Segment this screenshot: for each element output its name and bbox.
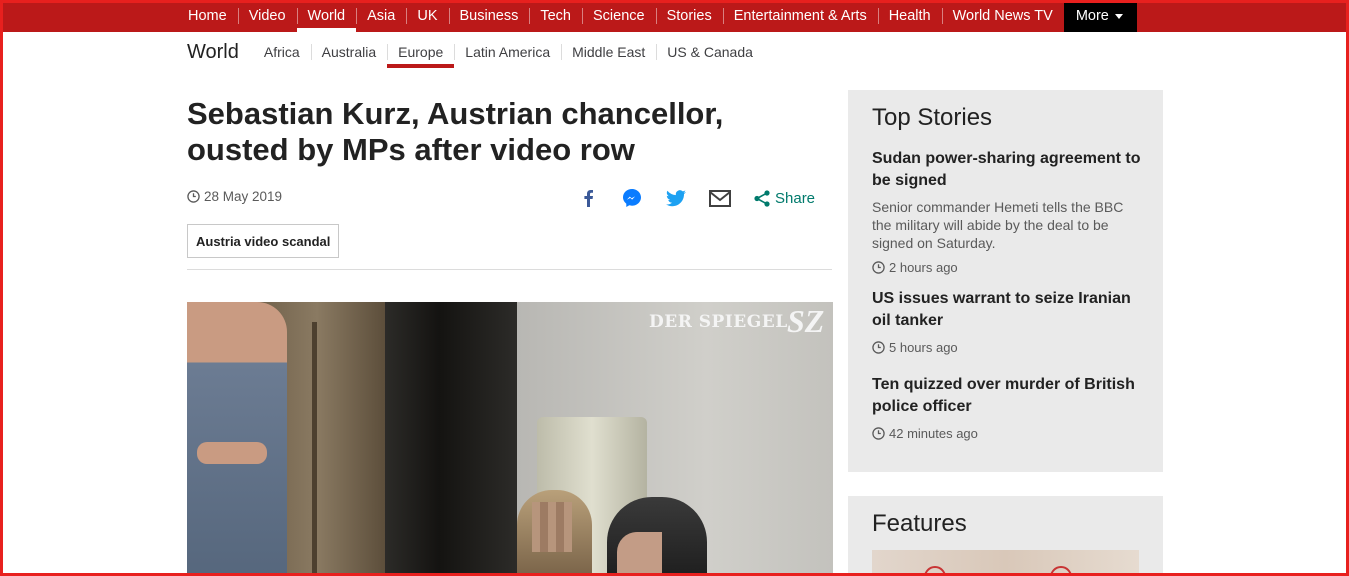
watermark-sz: SZ — [787, 303, 825, 339]
top-story-time: 5 hours ago — [889, 340, 958, 355]
top-story-item[interactable]: Sudan power-sharing agreement to be sign… — [872, 148, 1142, 275]
subnav-item-us-canada[interactable]: US & Canada — [656, 36, 764, 68]
image-person-seated-face — [617, 532, 662, 576]
top-story-headline[interactable]: Sudan power-sharing agreement to be sign… — [872, 148, 1142, 192]
nav-more-label: More — [1075, 8, 1109, 24]
top-story-summary: Senior commander Hemeti tells the BBC th… — [872, 199, 1124, 251]
nav-item-health[interactable]: Health — [877, 0, 942, 32]
article-date: 28 May 2019 — [187, 189, 282, 204]
top-stories-panel: Top Stories Sudan power-sharing agreemen… — [848, 90, 1163, 472]
top-story-timestamp: 2 hours ago — [872, 260, 1142, 275]
image-person-arm — [197, 442, 267, 464]
thumbnail-target-mark — [924, 566, 946, 576]
nav-item-world-news-tv[interactable]: World News TV — [941, 0, 1064, 32]
image-person-standing — [187, 302, 287, 576]
clock-icon — [872, 261, 885, 274]
top-stories-title: Top Stories — [872, 104, 993, 131]
topic-tag[interactable]: Austria video scandal — [187, 224, 340, 258]
features-panel: Features — [848, 496, 1163, 576]
top-story-headline[interactable]: US issues warrant to seize Iranian oil t… — [872, 288, 1142, 332]
nav-item-video[interactable]: Video — [237, 0, 297, 32]
article-headline: Sebastian Kurz, Austrian chancellor, ous… — [187, 96, 724, 167]
subnav-item-africa[interactable]: Africa — [253, 36, 311, 68]
share-tools: Share — [576, 185, 815, 211]
share-label: Share — [775, 189, 816, 207]
facebook-icon[interactable] — [576, 186, 600, 210]
nav-item-uk[interactable]: UK — [406, 0, 448, 32]
top-story-item[interactable]: Ten quizzed over murder of British polic… — [872, 374, 1142, 441]
thumbnail-target-mark — [1050, 566, 1072, 576]
nav-item-business[interactable]: Business — [448, 0, 530, 32]
article-date-text: 28 May 2019 — [204, 189, 283, 204]
nav-item-entertainment-arts[interactable]: Entertainment & Arts — [722, 0, 878, 32]
top-story-headline[interactable]: Ten quizzed over murder of British polic… — [872, 374, 1142, 418]
watermark-der-spiegel: DER SPIEGEL — [649, 312, 788, 332]
top-story-item[interactable]: US issues warrant to seize Iranian oil t… — [872, 288, 1142, 355]
nav-item-science[interactable]: Science — [581, 0, 656, 32]
clock-icon — [187, 190, 200, 203]
subnav-item-middle-east[interactable]: Middle East — [561, 36, 656, 68]
article-hero-image: DER SPIEGEL SZ — [187, 302, 833, 576]
share-button[interactable]: Share — [754, 190, 815, 207]
top-story-time: 2 hours ago — [889, 260, 958, 275]
section-navigation: World Africa Australia Europe Latin Amer… — [187, 36, 764, 68]
nav-item-home[interactable]: Home — [177, 0, 238, 32]
divider — [187, 269, 832, 270]
nav-item-asia[interactable]: Asia — [356, 0, 406, 32]
top-story-time: 42 minutes ago — [889, 426, 978, 441]
nav-more-button[interactable]: More — [1063, 0, 1137, 32]
image-curtain — [385, 302, 520, 576]
clock-icon — [872, 341, 885, 354]
email-icon[interactable] — [708, 186, 732, 210]
clock-icon — [872, 427, 885, 440]
image-pixelated-face — [532, 502, 572, 552]
subnav-item-europe[interactable]: Europe — [387, 36, 455, 68]
section-title[interactable]: World — [187, 41, 239, 64]
features-title: Features — [872, 510, 967, 537]
nav-item-world[interactable]: World — [296, 0, 357, 32]
nav-item-stories[interactable]: Stories — [655, 0, 723, 32]
nav-item-tech[interactable]: Tech — [529, 0, 582, 32]
caret-down-icon — [1114, 13, 1123, 19]
twitter-icon[interactable] — [664, 186, 688, 210]
subnav-item-australia[interactable]: Australia — [310, 36, 387, 68]
top-navigation: Home Video World Asia UK Business Tech S… — [0, 0, 1349, 32]
share-icon — [754, 189, 770, 207]
messenger-icon[interactable] — [620, 186, 644, 210]
top-story-timestamp: 5 hours ago — [872, 340, 1142, 355]
top-story-timestamp: 42 minutes ago — [872, 426, 1142, 441]
image-door-frame — [312, 322, 317, 576]
feature-thumbnail[interactable] — [872, 550, 1139, 576]
subnav-item-latin-america[interactable]: Latin America — [454, 36, 561, 68]
